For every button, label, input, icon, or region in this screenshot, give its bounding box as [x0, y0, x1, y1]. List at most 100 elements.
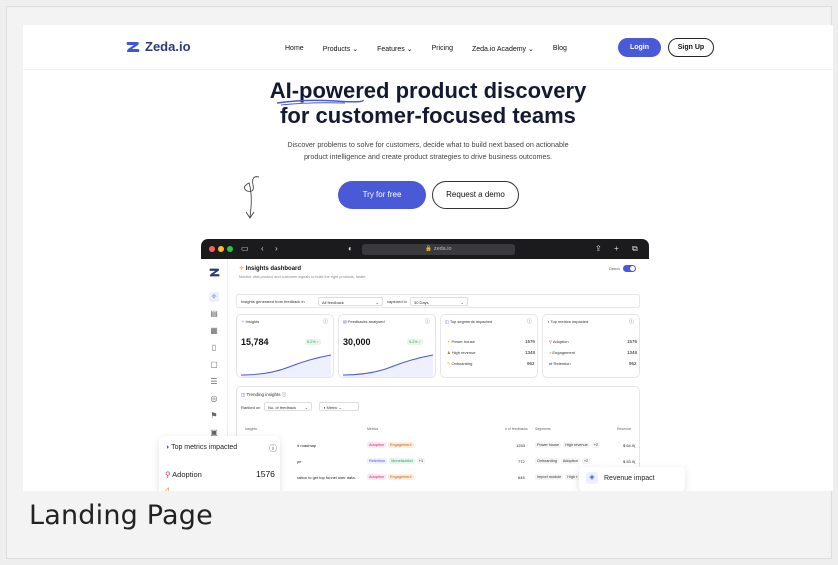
feedbacks-value: 30,000: [343, 337, 371, 347]
row-feedbacks: 772: [518, 459, 525, 464]
close-dot-icon: [209, 246, 215, 252]
nav-pricing[interactable]: Pricing: [432, 45, 453, 53]
metric-value: 1576: [627, 339, 638, 344]
insights-card: ✧ Insights ⓘ 15,784 5.2% ↑: [236, 314, 334, 378]
engagement-icon: ⩘: [165, 486, 169, 491]
metrics-card: ◑ Top metrics impacted ⓘ ⚲ Adoption 1576…: [542, 314, 640, 378]
board-nav-icon[interactable]: ▦: [209, 326, 219, 336]
segment-row: ♟ High revenue: [447, 350, 476, 355]
row-insight: d roadmap: [297, 443, 317, 448]
row-segments: Power house High revenue +2: [535, 442, 601, 448]
float-metric-value: 1576: [256, 469, 275, 479]
row-segments: Import module High r: [535, 474, 580, 480]
segment-value: 1348: [525, 350, 536, 355]
dashboard-subtitle: Monitor vital product and customer signa…: [239, 275, 367, 279]
tabs-overview-icon: ⧉: [632, 244, 638, 253]
app-logo-icon: [209, 268, 220, 277]
segment-row: ✎ Onboarding: [447, 361, 473, 366]
info-icon: ⓘ: [527, 319, 533, 325]
row-insight: pe: [297, 459, 302, 464]
url-text: zeda.io: [433, 246, 452, 252]
nav-home[interactable]: Home: [285, 45, 304, 53]
metric-row: ⇄ Retention: [549, 361, 571, 366]
privacy-shield-icon: ◐: [348, 244, 353, 253]
feedback-source-select[interactable]: All feedback ⌄: [318, 297, 383, 306]
insights-card-label: ✧ Insights: [241, 319, 260, 324]
float-metrics-title: ◑ Top metrics impacted: [165, 444, 238, 451]
zeda-logo[interactable]: Zeda.io: [125, 39, 191, 54]
hero-subtitle-line2: product intelligence and create product …: [303, 152, 553, 161]
row-feedbacks: 1253: [516, 443, 525, 448]
float-metric-row: ⚲ Adoption: [165, 470, 202, 479]
metric-value: 962: [629, 361, 637, 366]
row-insight: ration to get top funnel user data.: [297, 475, 356, 480]
row-revenue: $ 64.0(: [623, 443, 636, 448]
docs-nav-icon[interactable]: ▯: [209, 343, 219, 353]
browser-toolbar: ▭ ‹ › ◐ 🔒 zeda.io ⇪ + ⧉: [201, 239, 649, 259]
brand-name: Zeda.io: [145, 39, 191, 54]
ranked-select[interactable]: No. of feedback ⌄: [264, 402, 312, 411]
captured-label: captured in: [387, 299, 407, 304]
col-segments: Segments: [535, 427, 551, 431]
hand-drawn-arrow-icon: [244, 176, 260, 219]
segments-card: ◫ Top segments impacted ⓘ ✦ Power house …: [440, 314, 538, 378]
nav-academy[interactable]: Zeda.io Academy ⌄: [472, 45, 534, 53]
floating-metrics-card: ◑ Top metrics impacted ⓘ ⚲ Adoption 1576…: [159, 436, 280, 491]
roadmap-nav-icon[interactable]: ☰: [209, 377, 219, 387]
row-feedbacks: 645: [518, 475, 525, 480]
request-demo-button[interactable]: Request a demo: [432, 181, 519, 209]
col-feedbacks: # of feedbacks: [505, 427, 528, 431]
ranked-label: Ranked on: [241, 405, 261, 410]
landing-page: Zeda.io Home Products ⌄ Features ⌄ Prici…: [23, 25, 833, 491]
target-nav-icon[interactable]: ◎: [209, 394, 219, 404]
row-metrics: Retention Monetization +1: [367, 458, 426, 464]
insights-delta-badge: 5.2% ↑: [305, 339, 321, 345]
segment-row: ✦ Power house: [447, 339, 475, 344]
login-button[interactable]: Login: [618, 38, 661, 57]
row-revenue: $ 53.0(: [623, 459, 636, 464]
metrics-card-label: ◑ Top metrics impacted: [547, 319, 589, 324]
revenue-impact-label: Revenue impact: [604, 475, 655, 482]
segment-value: 962: [527, 361, 535, 366]
demo-label: Demo: [609, 266, 620, 271]
feedback-nav-icon[interactable]: ▤: [209, 309, 219, 319]
info-icon: ⓘ: [323, 319, 329, 325]
segments-card-label: ◫ Top segments impacted: [445, 319, 493, 324]
dashboard-title: ✧ Insights dashboard: [239, 266, 302, 272]
col-insights: Insights: [245, 427, 258, 431]
caption-label: Landing Page: [29, 500, 213, 531]
filter-label: Insights generated from feedback in: [241, 299, 305, 304]
segment-value: 1576: [525, 339, 536, 344]
nav-features[interactable]: Features ⌄: [377, 45, 412, 53]
announce-nav-icon[interactable]: ⚑: [209, 411, 219, 421]
info-icon: ⓘ: [425, 319, 431, 325]
box-nav-icon[interactable]: ▢: [209, 360, 219, 370]
insights-nav-icon[interactable]: ✧: [209, 292, 219, 302]
info-icon: ⓘ: [629, 319, 635, 325]
row-metrics: Adoption Engagement: [367, 474, 414, 480]
hero-subtitle-line1: Discover problems to solve for customers…: [287, 140, 569, 149]
back-icon: ‹: [261, 244, 264, 253]
nav-blog[interactable]: Blog: [553, 45, 567, 53]
signup-button[interactable]: Sign Up: [668, 38, 714, 57]
nav-products[interactable]: Products ⌄: [323, 45, 358, 53]
share-icon: ⇪: [595, 244, 602, 253]
feedbacks-trend-chart: [342, 354, 434, 377]
screenshot-frame: Zeda.io Home Products ⌄ Features ⌄ Prici…: [6, 6, 833, 559]
address-bar[interactable]: 🔒 zeda.io: [362, 244, 515, 255]
metric-value: 1348: [627, 350, 638, 355]
try-for-free-button[interactable]: Try for free: [338, 181, 426, 209]
zeda-logo-icon: [126, 41, 140, 52]
metric-row: ⚲ Adoption: [549, 339, 569, 344]
feedbacks-card-label: ▤ Feedbacks analysed: [343, 319, 385, 324]
forward-icon: ›: [275, 244, 278, 253]
new-tab-icon: +: [614, 244, 619, 253]
minimize-dot-icon: [218, 246, 224, 252]
demo-toggle[interactable]: [623, 265, 636, 272]
row-segments: Onboarding Adoption +2: [535, 458, 591, 464]
revenue-icon: ◈: [586, 472, 598, 484]
date-range-select[interactable]: 30 Days ⌄: [410, 297, 468, 306]
metric-row: ⩘ Engagement: [549, 350, 576, 355]
metric-select[interactable]: ◑ Metric ⌄: [319, 402, 359, 411]
insights-value: 15,784: [241, 337, 269, 347]
